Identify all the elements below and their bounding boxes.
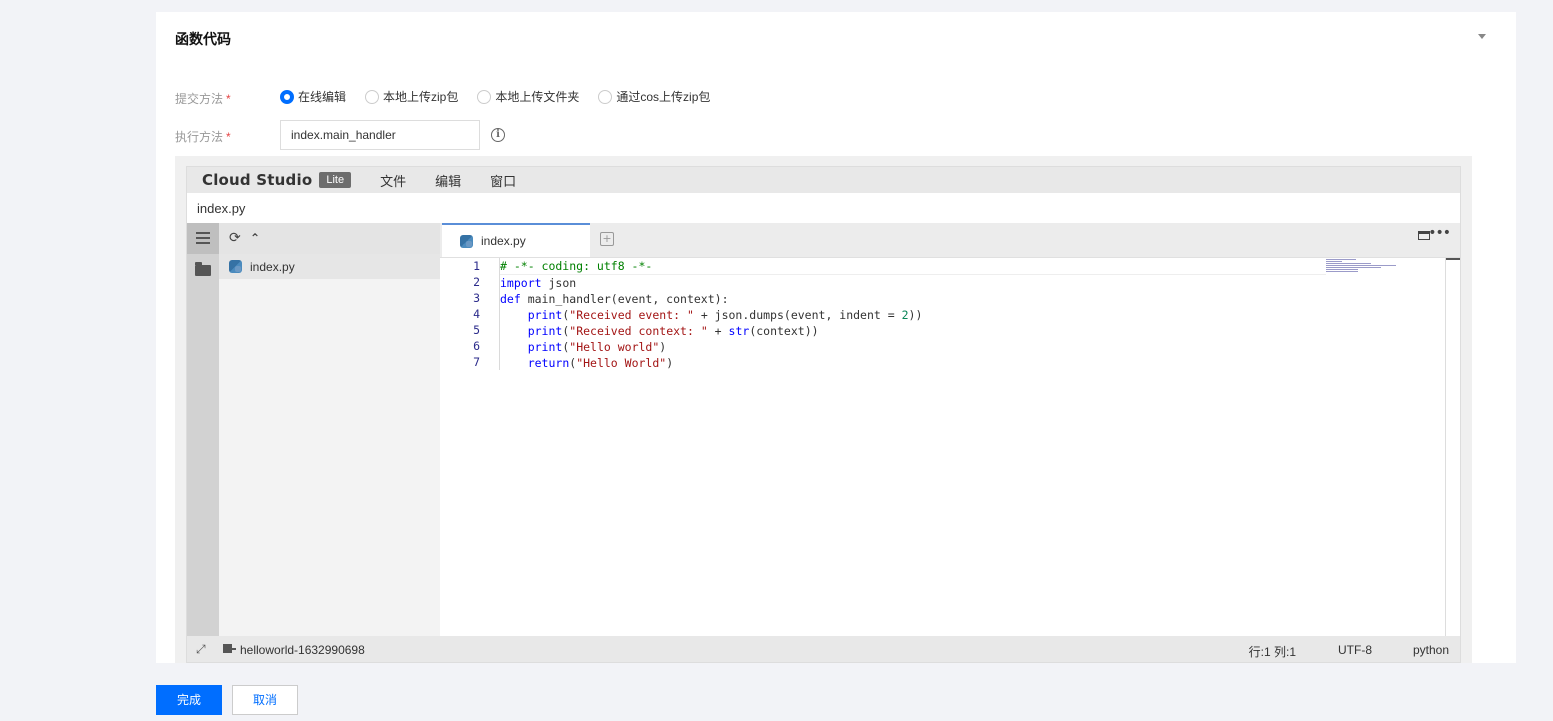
- project-icon: [223, 644, 236, 653]
- editor-tabbar: index.py + •••: [440, 223, 1460, 258]
- radio-label: 本地上传zip包: [383, 90, 459, 104]
- line-number-gutter: 1 2 3 4 5 6 7: [440, 258, 480, 370]
- activity-top: [187, 223, 219, 254]
- line-number: 7: [473, 355, 480, 369]
- function-code-panel: 函数代码 提交方法 * 在线编辑 本地上传zip包 本地上传文件夹 通过cos上传…: [156, 12, 1516, 663]
- editor-tab-index-py[interactable]: index.py: [442, 223, 590, 257]
- submit-method-label-text: 提交方法: [175, 92, 224, 106]
- radio-label: 本地上传文件夹: [495, 90, 580, 104]
- more-icon[interactable]: •••: [1428, 225, 1451, 241]
- code-line: return("Hello World"): [527, 356, 674, 370]
- status-bar: ⤢ helloworld-1632990698 行:1 列:1 UTF-8 py…: [187, 636, 1460, 662]
- radio-online-edit[interactable]: 在线编辑: [280, 88, 346, 105]
- ide-brand: Cloud Studio: [202, 171, 313, 189]
- file-tree-icon[interactable]: [196, 232, 210, 244]
- radio-upload-zip[interactable]: 本地上传zip包: [365, 88, 458, 105]
- radio-upload-folder[interactable]: 本地上传文件夹: [477, 88, 579, 105]
- tab-label: index.py: [481, 234, 526, 248]
- menu-file[interactable]: 文件: [380, 171, 406, 190]
- ide-menubar: Cloud Studio Lite 文件 编辑 窗口: [187, 167, 1460, 193]
- explorer-toolbar: ⟳ ⌃: [219, 223, 440, 254]
- code-line: print("Hello world"): [527, 340, 667, 354]
- line-number: 2: [473, 275, 480, 289]
- radio-label: 通过cos上传zip包: [616, 90, 711, 104]
- menu-edit[interactable]: 编辑: [435, 171, 461, 190]
- add-tab-icon[interactable]: +: [600, 232, 614, 246]
- chevron-up-icon[interactable]: ⌃: [250, 231, 260, 245]
- radio-circle-icon: [477, 89, 492, 104]
- handler-label: 执行方法 *: [175, 128, 231, 145]
- explorer-file-name: index.py: [250, 259, 295, 274]
- expand-icon[interactable]: ⤢: [196, 642, 206, 657]
- radio-label: 在线编辑: [298, 90, 347, 104]
- collapse-arrow-icon[interactable]: [1478, 34, 1486, 39]
- code-line: print("Received context: " + str(context…: [527, 324, 819, 338]
- radio-circle-icon: [280, 89, 294, 104]
- cancel-button[interactable]: 取消: [232, 685, 298, 715]
- radio-circle-icon: [598, 89, 613, 104]
- info-icon[interactable]: i: [491, 128, 505, 142]
- code-line: def main_handler(event, context):: [500, 292, 729, 306]
- line-number: 5: [473, 323, 480, 337]
- code-line: print("Received event: " + json.dumps(ev…: [527, 308, 923, 322]
- radio-circle-icon: [365, 89, 380, 104]
- path-bar: index.py: [187, 193, 1460, 224]
- required-mark: *: [226, 130, 231, 144]
- line-number: 3: [473, 291, 480, 305]
- cursor-position[interactable]: 行:1 列:1: [1249, 643, 1296, 660]
- code-line: # -*- coding: utf8 -*-: [500, 258, 1326, 275]
- current-path: index.py: [197, 200, 246, 216]
- explorer-file-item[interactable]: index.py: [219, 254, 440, 279]
- code-minimap[interactable]: [1326, 258, 1446, 278]
- ide-container: Cloud Studio Lite 文件 编辑 窗口 index.py ⟳ ⌃: [175, 156, 1472, 663]
- required-mark: *: [226, 92, 231, 106]
- radio-cos-upload-zip[interactable]: 通过cos上传zip包: [598, 88, 710, 105]
- vertical-scrollbar[interactable]: [1445, 258, 1460, 636]
- submit-method-radio-group: 在线编辑 本地上传zip包 本地上传文件夹 通过cos上传zip包: [280, 88, 729, 105]
- python-file-icon: [460, 234, 473, 248]
- handler-input[interactable]: [280, 120, 480, 150]
- handler-label-text: 执行方法: [175, 130, 224, 144]
- project-name: helloworld-1632990698: [240, 643, 365, 657]
- language-mode[interactable]: python: [1413, 643, 1449, 657]
- confirm-button[interactable]: 完成: [156, 685, 222, 715]
- activity-bar: [187, 223, 219, 636]
- folder-open-icon[interactable]: [195, 262, 211, 276]
- code-line: import json: [500, 276, 577, 290]
- line-number: 4: [473, 307, 480, 321]
- python-file-icon: [229, 260, 242, 273]
- file-explorer: ⟳ ⌃ index.py: [219, 223, 440, 636]
- file-encoding[interactable]: UTF-8: [1338, 643, 1372, 657]
- editor-area: index.py + ••• 1 2 3 4 5 6 7 # -*- codin…: [440, 223, 1460, 636]
- refresh-icon[interactable]: ⟳: [229, 231, 241, 245]
- line-number: 6: [473, 339, 480, 353]
- menu-window[interactable]: 窗口: [490, 171, 516, 190]
- scrollbar-thumb[interactable]: [1446, 258, 1460, 260]
- cloud-studio-ide: Cloud Studio Lite 文件 编辑 窗口 index.py ⟳ ⌃: [186, 166, 1461, 663]
- code-editor[interactable]: 1 2 3 4 5 6 7 # -*- coding: utf8 -*- imp…: [440, 258, 1446, 636]
- line-number: 1: [473, 259, 480, 273]
- section-title: 函数代码: [175, 31, 231, 47]
- lite-badge: Lite: [319, 172, 352, 188]
- submit-method-label: 提交方法 *: [175, 90, 231, 107]
- code-lines: # -*- coding: utf8 -*- import json def m…: [500, 258, 1326, 371]
